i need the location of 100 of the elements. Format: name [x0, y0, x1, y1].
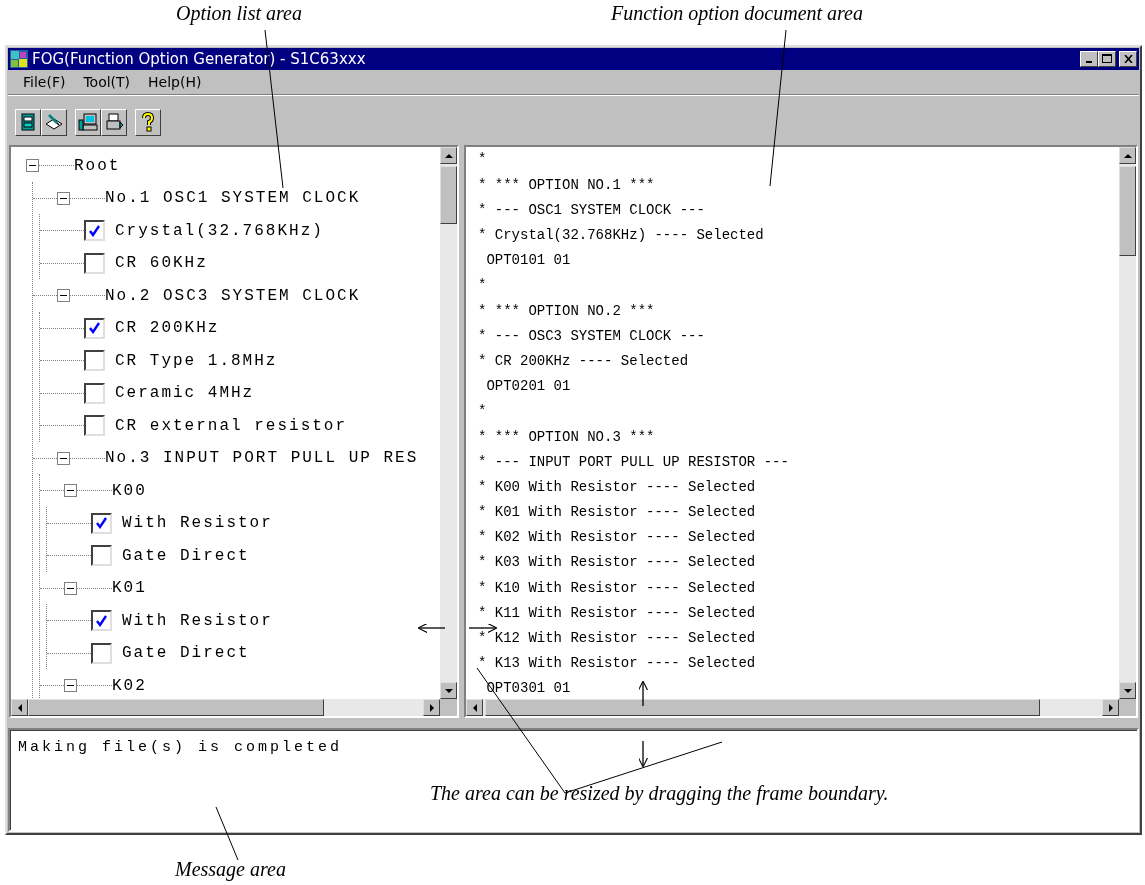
tree-node-label[interactable]: K02 [112, 676, 147, 695]
vertical-scrollbar[interactable] [1119, 147, 1136, 700]
option-label[interactable]: CR external resistor [115, 416, 348, 435]
callout-label: Message area [175, 858, 286, 881]
close-button[interactable] [1119, 50, 1137, 67]
maximize-button[interactable] [1098, 50, 1116, 67]
checkbox[interactable] [84, 220, 105, 242]
tree-node-label[interactable]: K00 [112, 481, 147, 500]
toolbar-button[interactable] [75, 108, 101, 136]
document-line: * K03 With Resistor ---- Selected [478, 553, 756, 573]
option-label[interactable]: CR Type 1.8MHz [115, 351, 278, 370]
toolbar-button[interactable] [101, 108, 127, 136]
scroll-right-button[interactable] [423, 699, 440, 717]
tree-toggle-icon[interactable] [57, 191, 70, 205]
document-line: * CR 200KHz ---- Selected [478, 352, 689, 371]
option-label[interactable]: Crystal(32.768KHz) [115, 221, 324, 240]
document-line: * K11 With Resistor ---- Selected [478, 603, 756, 623]
horizontal-scrollbar[interactable] [11, 699, 440, 717]
close-icon [1123, 54, 1133, 63]
scroll-right-button[interactable] [1102, 699, 1119, 717]
tree-toggle-icon[interactable] [26, 159, 39, 173]
document-line: * Crystal(32.768KHz) ---- Selected [478, 226, 764, 246]
left-arrow-icon [417, 622, 446, 634]
scroll-left-button[interactable] [11, 699, 28, 717]
scroll-thumb[interactable] [1119, 166, 1136, 257]
checkbox[interactable] [84, 252, 105, 274]
check-mark-icon [95, 517, 108, 530]
minimize-button[interactable] [1080, 50, 1098, 67]
down-triangle-icon [443, 687, 454, 695]
tree-node-label[interactable]: K01 [112, 579, 147, 598]
checkbox[interactable] [84, 415, 105, 437]
scrollbar-corner [1119, 699, 1136, 717]
tree-node-label[interactable]: No.1 OSC1 SYSTEM CLOCK [105, 189, 361, 208]
option-label[interactable]: With Resistor [122, 514, 273, 533]
checkbox[interactable] [91, 610, 112, 632]
tree-toggle-icon[interactable] [64, 484, 77, 498]
toolbar-button[interactable] [41, 108, 67, 136]
scroll-left-button[interactable] [466, 699, 483, 717]
menu-item[interactable]: Tool(T) [74, 71, 140, 92]
menu-item[interactable]: Help(H) [139, 71, 211, 92]
tree-node-label[interactable]: No.2 OSC3 SYSTEM CLOCK [105, 286, 361, 305]
check-mark-icon [95, 614, 108, 627]
check-mark-icon [88, 224, 101, 237]
document-line: * K00 With Resistor ---- Selected [478, 477, 756, 497]
right-triangle-icon [427, 703, 436, 713]
option-label[interactable]: Gate Direct [122, 644, 250, 663]
down-arrow-icon [637, 740, 649, 768]
checkbox[interactable] [91, 642, 112, 664]
scroll-up-button[interactable] [1119, 147, 1136, 165]
document-line: * K12 With Resistor ---- Selected [478, 629, 756, 649]
callout-label: Option list area [176, 2, 302, 25]
status-message: Making file(s) is completed [18, 739, 343, 757]
right-arrow-icon [468, 622, 498, 634]
up-triangle-icon [1122, 152, 1133, 160]
document-line: * K13 With Resistor ---- Selected [478, 654, 756, 674]
scroll-up-button[interactable] [440, 147, 457, 165]
callout-label: Function option document area [611, 2, 863, 25]
option-label[interactable]: With Resistor [122, 611, 273, 630]
document-line: * [478, 150, 487, 170]
option-label[interactable]: CR 60KHz [115, 254, 208, 273]
checkbox[interactable] [84, 317, 105, 339]
scroll-down-button[interactable] [1119, 682, 1136, 700]
tree-toggle-icon[interactable] [64, 581, 77, 595]
checkbox[interactable] [84, 382, 105, 404]
document-line: * --- INPUT PORT PULL UP RESISTOR --- [478, 452, 789, 472]
checkbox[interactable] [84, 350, 105, 372]
maximize-icon [1102, 54, 1112, 64]
scroll-thumb[interactable] [28, 699, 324, 717]
document-line: * *** OPTION NO.1 *** [478, 175, 655, 195]
tree-node-label[interactable]: Root [74, 156, 121, 175]
option-label[interactable]: Gate Direct [122, 546, 250, 565]
document-line: * [478, 276, 487, 296]
help-button[interactable] [135, 108, 161, 136]
document-line: * *** OPTION NO.2 *** [478, 301, 655, 321]
scroll-down-button[interactable] [440, 682, 457, 700]
printer-icon [104, 112, 124, 133]
scroll-thumb[interactable] [485, 699, 1040, 717]
tree-toggle-icon[interactable] [57, 451, 70, 465]
document-line: * --- OSC1 SYSTEM CLOCK --- [478, 200, 705, 220]
toolbar-button[interactable] [15, 108, 41, 136]
document-line: * K10 With Resistor ---- Selected [478, 578, 756, 598]
vertical-scrollbar[interactable] [440, 147, 457, 700]
document-line: OPT0201 01 [485, 377, 571, 397]
option-label[interactable]: CR 200KHz [115, 319, 220, 338]
scroll-thumb[interactable] [440, 166, 457, 225]
tree-toggle-icon[interactable] [57, 289, 70, 303]
checkbox[interactable] [91, 512, 112, 534]
minimize-icon [1086, 60, 1092, 63]
tree-toggle-icon[interactable] [64, 679, 77, 693]
horizontal-scrollbar[interactable] [466, 699, 1119, 717]
menu-item[interactable]: File(F) [14, 71, 75, 92]
option-label[interactable]: Ceramic 4MHz [115, 384, 255, 403]
up-arrow-icon [637, 680, 649, 707]
scrollbar-corner [440, 699, 457, 717]
checkbox[interactable] [91, 545, 112, 567]
document-line: OPT0301 01 [485, 679, 571, 699]
tree-node-label[interactable]: No.3 INPUT PORT PULL UP RES [105, 449, 419, 468]
computer-icon [78, 112, 98, 133]
right-triangle-icon [1106, 703, 1115, 713]
down-triangle-icon [1122, 687, 1133, 695]
